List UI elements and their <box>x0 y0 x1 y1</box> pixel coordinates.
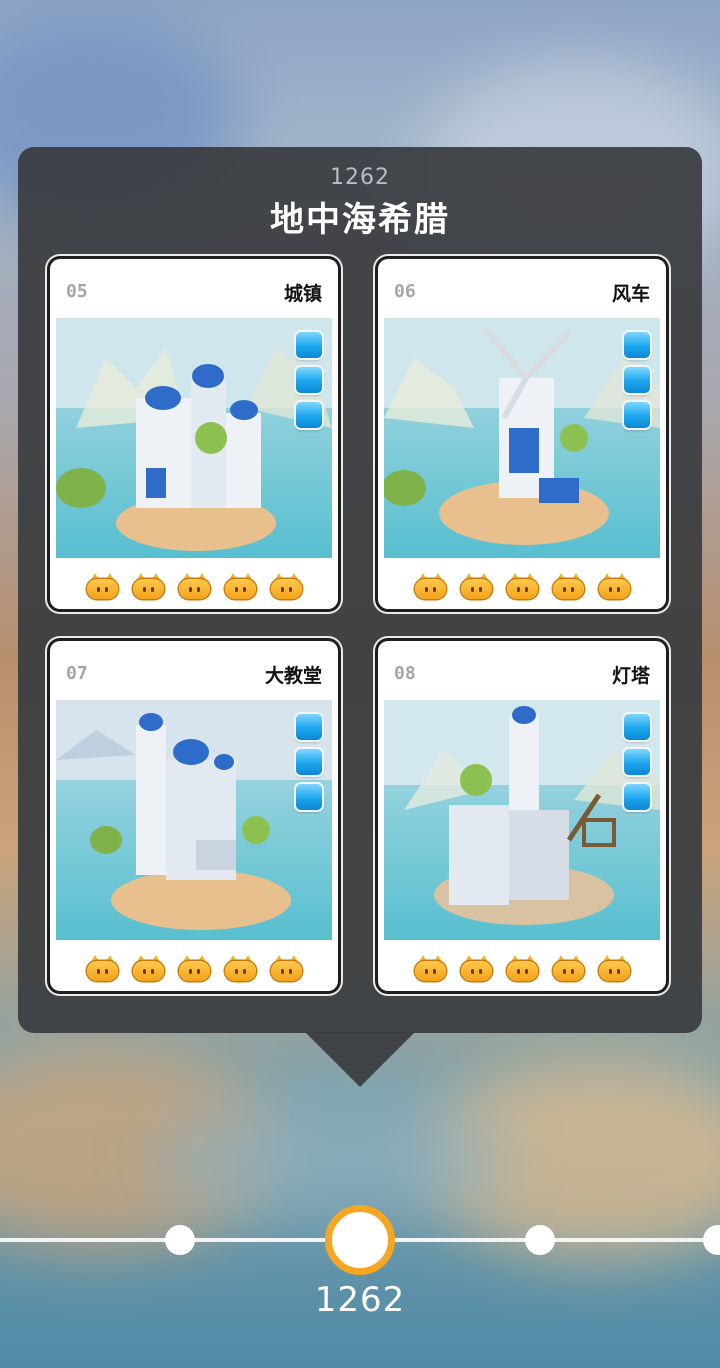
cat-face-icon <box>598 573 630 599</box>
level-thumbnail <box>56 318 332 558</box>
puzzle-pieces <box>296 332 322 428</box>
puzzle-piece-icon <box>296 402 322 428</box>
cat-face-icon <box>506 955 538 981</box>
level-name: 大教堂 <box>264 665 322 687</box>
cat-face-icon <box>414 573 446 599</box>
puzzle-pieces <box>296 714 322 810</box>
level-number: 08 <box>394 663 416 684</box>
timeline-node-next[interactable] <box>525 1225 555 1255</box>
windmill-island-illustration <box>384 318 660 545</box>
cat-face-icon <box>86 573 118 599</box>
level-card-08[interactable]: 08 灯塔 <box>378 641 666 991</box>
puzzle-piece-icon <box>624 332 650 358</box>
puzzle-piece-icon <box>624 367 650 393</box>
level-number: 05 <box>66 281 88 302</box>
puzzle-piece-icon <box>296 784 322 810</box>
level-number: 06 <box>394 281 416 302</box>
cat-rating <box>378 573 666 599</box>
cat-face-icon <box>178 955 210 981</box>
level-name: 灯塔 <box>611 665 650 687</box>
level-thumbnail <box>384 318 660 558</box>
level-card-06[interactable]: 06 风车 <box>378 259 666 609</box>
level-number: 07 <box>66 663 88 684</box>
cat-face-icon <box>506 573 538 599</box>
level-name: 风车 <box>611 283 650 305</box>
level-name: 城镇 <box>283 283 322 305</box>
cat-face-icon <box>552 955 584 981</box>
cathedral-island-illustration <box>56 700 332 930</box>
cat-face-icon <box>178 573 210 599</box>
cat-face-icon <box>414 955 446 981</box>
puzzle-pieces <box>624 332 650 428</box>
cat-face-icon <box>224 573 256 599</box>
puzzle-piece-icon <box>296 714 322 740</box>
cat-face-icon <box>86 955 118 981</box>
cat-face-icon <box>132 573 164 599</box>
cat-face-icon <box>460 573 492 599</box>
puzzle-piece-icon <box>296 367 322 393</box>
level-thumbnail <box>384 700 660 940</box>
level-thumbnail <box>56 700 332 940</box>
puzzle-piece-icon <box>624 784 650 810</box>
panel-pointer <box>305 1032 415 1087</box>
cat-face-icon <box>224 955 256 981</box>
timeline-current-year: 1262 <box>314 1280 406 1320</box>
cat-face-icon <box>552 573 584 599</box>
cat-face-icon <box>132 955 164 981</box>
level-card-07[interactable]: 07 大教堂 <box>50 641 338 991</box>
level-card-05[interactable]: 05 城镇 <box>50 259 338 609</box>
puzzle-piece-icon <box>624 714 650 740</box>
puzzle-piece-icon <box>296 332 322 358</box>
cat-face-icon <box>460 955 492 981</box>
lighthouse-island-illustration <box>384 700 660 925</box>
puzzle-piece-icon <box>624 749 650 775</box>
cat-rating <box>50 573 338 599</box>
puzzle-pieces <box>624 714 650 810</box>
timeline-node-previous[interactable] <box>165 1225 195 1255</box>
town-island-illustration <box>56 318 332 551</box>
cat-face-icon <box>270 573 302 599</box>
puzzle-piece-icon <box>296 749 322 775</box>
region-title: 地中海希腊 <box>270 200 450 240</box>
cat-rating <box>50 955 338 981</box>
cat-face-icon <box>598 955 630 981</box>
cat-face-icon <box>270 955 302 981</box>
puzzle-piece-icon <box>624 402 650 428</box>
region-year: 1262 <box>330 165 390 190</box>
timeline-node-current[interactable] <box>325 1205 395 1275</box>
cat-rating <box>378 955 666 981</box>
